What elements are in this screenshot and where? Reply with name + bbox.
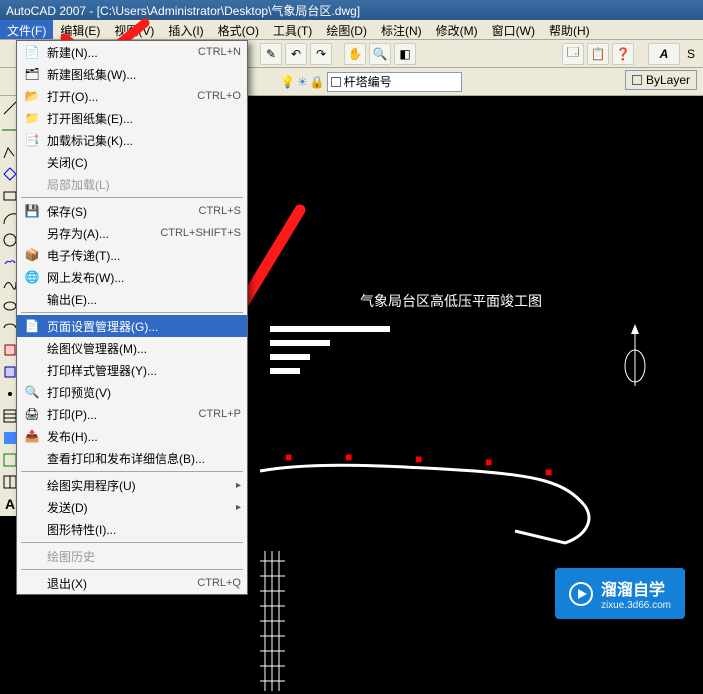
svg-text:■: ■: [545, 465, 552, 479]
menu-web-publish[interactable]: 🌐网上发布(W)...: [17, 266, 247, 288]
sheetset-icon: 🗂: [23, 66, 41, 82]
compass-icon: [617, 316, 653, 396]
layer-name: 杆塔编号: [344, 73, 392, 90]
tool-icon[interactable]: 🗔: [562, 43, 584, 65]
tool-icon[interactable]: ◧: [394, 43, 416, 65]
menu-bar: 文件(F) 编辑(E) 视图(V) 插入(I) 格式(O) 工具(T) 绘图(D…: [0, 20, 703, 40]
svg-text:■: ■: [415, 452, 422, 466]
svg-text:■: ■: [485, 455, 492, 469]
plan-drawing: ■ ■ ■ ■ ■: [255, 451, 675, 571]
menu-publish[interactable]: 📤发布(H)...: [17, 425, 247, 447]
menu-file[interactable]: 文件(F): [0, 20, 53, 39]
menu-open-sheet[interactable]: 📁打开图纸集(E)...: [17, 107, 247, 129]
menu-format[interactable]: 格式(O): [211, 20, 266, 39]
menu-utilities[interactable]: 绘图实用程序(U): [17, 474, 247, 496]
menu-draw[interactable]: 绘图(D): [319, 20, 374, 39]
svg-text:■: ■: [285, 451, 292, 464]
menu-new[interactable]: 📄新建(N)...CTRL+N: [17, 41, 247, 63]
menu-tools[interactable]: 工具(T): [266, 20, 319, 39]
web-icon: 🌐: [23, 269, 41, 285]
sun-icon: ☀: [297, 75, 308, 89]
publish-icon: 📤: [23, 428, 41, 444]
play-icon: [569, 582, 593, 606]
print-icon: 🖨: [23, 406, 41, 422]
menu-edit[interactable]: 编辑(E): [53, 20, 107, 39]
menu-dimension[interactable]: 标注(N): [374, 20, 429, 39]
watermark: 溜溜自学 zixue.3d66.com: [555, 568, 685, 619]
layer-combo[interactable]: 杆塔编号: [327, 72, 462, 92]
menu-partial-load: 局部加载(L): [17, 173, 247, 195]
menu-insert[interactable]: 插入(I): [161, 20, 210, 39]
preview-icon: 🔍: [23, 384, 41, 400]
menu-send[interactable]: 发送(D): [17, 496, 247, 518]
menu-plotter-mgr[interactable]: 绘图仪管理器(M)...: [17, 337, 247, 359]
menu-save-as[interactable]: 另存为(A)...CTRL+SHIFT+S: [17, 222, 247, 244]
menu-window[interactable]: 窗口(W): [485, 20, 542, 39]
title-bar: AutoCAD 2007 - [C:\Users\Administrator\D…: [0, 0, 703, 20]
open-sheet-icon: 📁: [23, 110, 41, 126]
tool-pan-icon[interactable]: ✋: [344, 43, 366, 65]
menu-close[interactable]: 关闭(C): [17, 151, 247, 173]
bulb-icon: 💡: [280, 75, 295, 89]
save-icon: 💾: [23, 203, 41, 219]
file-menu-dropdown: 📄新建(N)...CTRL+N 🗂新建图纸集(W)... 📂打开(O)...CT…: [16, 40, 248, 595]
app-title: AutoCAD 2007 - [C:\Users\Administrator\D…: [6, 2, 360, 19]
tool-icon[interactable]: ✎: [260, 43, 282, 65]
tool-zoom-icon[interactable]: 🔍: [369, 43, 391, 65]
menu-save[interactable]: 💾保存(S)CTRL+S: [17, 200, 247, 222]
watermark-brand: 溜溜自学: [601, 582, 665, 599]
menu-etransmit[interactable]: 📦电子传递(T)...: [17, 244, 247, 266]
menu-help[interactable]: 帮助(H): [542, 20, 597, 39]
new-icon: 📄: [23, 44, 41, 60]
menu-export[interactable]: 输出(E)...: [17, 288, 247, 310]
watermark-url: zixue.3d66.com: [601, 600, 671, 611]
menu-modify[interactable]: 修改(M): [429, 20, 485, 39]
page-setup-icon: 📄: [23, 318, 41, 334]
color-swatch: [632, 75, 642, 85]
svg-text:■: ■: [345, 451, 352, 464]
scale-ruler: [260, 551, 310, 694]
markup-icon: 📑: [23, 132, 41, 148]
menu-properties[interactable]: 图形特性(I)...: [17, 518, 247, 540]
standard-label: S: [683, 47, 695, 61]
menu-exit[interactable]: 退出(X)CTRL+Q: [17, 572, 247, 594]
menu-plotstyle-mgr[interactable]: 打印样式管理器(Y)...: [17, 359, 247, 381]
text-style-icon[interactable]: A: [648, 43, 680, 65]
tool-icon[interactable]: 📋: [587, 43, 609, 65]
menu-plot-preview[interactable]: 🔍打印预览(V): [17, 381, 247, 403]
bylayer-label: ByLayer: [646, 73, 690, 87]
title-block-lines: [270, 326, 390, 382]
etransmit-icon: 📦: [23, 247, 41, 263]
tool-icon[interactable]: ↷: [310, 43, 332, 65]
menu-plot[interactable]: 🖨打印(P)...CTRL+P: [17, 403, 247, 425]
layer-color-swatch: [331, 77, 341, 87]
open-icon: 📂: [23, 88, 41, 104]
menu-open[interactable]: 📂打开(O)...CTRL+O: [17, 85, 247, 107]
tool-icon[interactable]: ❓: [612, 43, 634, 65]
menu-load-markup[interactable]: 📑加载标记集(K)...: [17, 129, 247, 151]
menu-new-sheet[interactable]: 🗂新建图纸集(W)...: [17, 63, 247, 85]
menu-history: 绘图历史: [17, 545, 247, 567]
bylayer-combo[interactable]: ByLayer: [625, 70, 697, 90]
menu-page-setup[interactable]: 📄页面设置管理器(G)...: [17, 315, 247, 337]
drawing-title: 气象局台区高低压平面竣工图: [360, 291, 542, 311]
tool-icon[interactable]: ↶: [285, 43, 307, 65]
menu-plot-details[interactable]: 查看打印和发布详细信息(B)...: [17, 447, 247, 469]
menu-view[interactable]: 视图(V): [107, 20, 161, 39]
lock-icon: 🔒: [310, 75, 325, 89]
